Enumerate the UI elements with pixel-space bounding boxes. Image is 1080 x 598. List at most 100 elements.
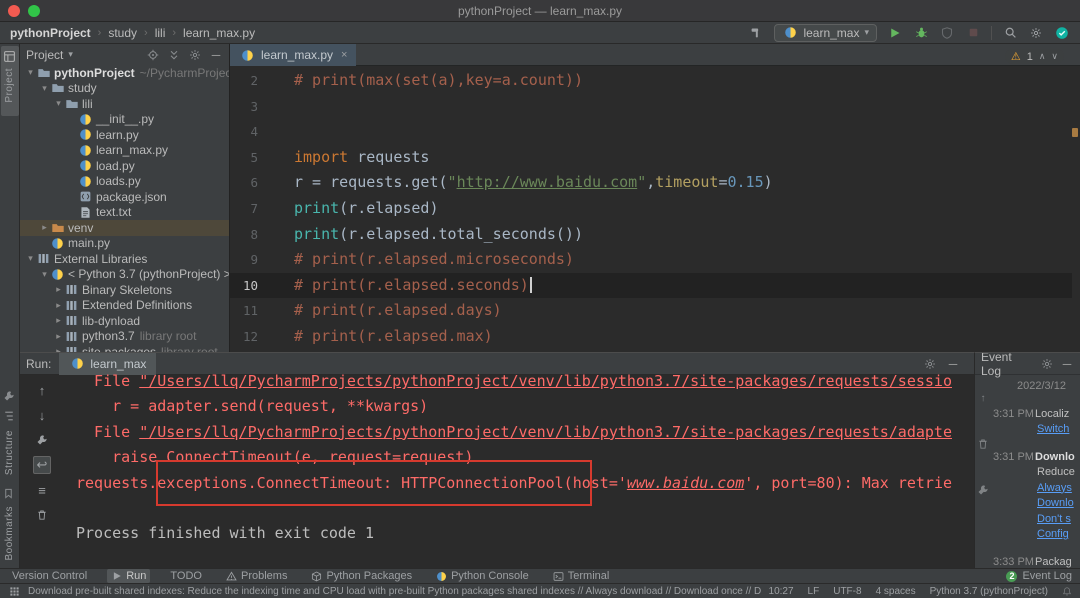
code-line-3[interactable]: 3: [230, 94, 1072, 120]
rerun-icon[interactable]: ↑: [33, 381, 51, 399]
console-output[interactable]: File "/Users/llq/PycharmProjects/pythonP…: [64, 369, 974, 568]
stop-button[interactable]: [965, 25, 981, 41]
chevron-open-icon[interactable]: ▾: [38, 269, 51, 280]
run-configuration-select[interactable]: learn_max ▾: [774, 23, 877, 42]
hide-panel-icon[interactable]: ─: [209, 48, 223, 62]
console-line[interactable]: requests.exceptions.ConnectTimeout: HTTP…: [76, 471, 974, 496]
sidebar-item-structure[interactable]: Structure: [4, 430, 15, 475]
code-line-2[interactable]: 2 # print(max(set(a),key=a.count)): [230, 68, 1072, 94]
run-button[interactable]: [887, 25, 903, 41]
tree-item-extended-definitions[interactable]: ▸ Extended Definitions: [20, 298, 229, 314]
console-link[interactable]: "/Users/llq/PycharmProjects/pythonProjec…: [139, 423, 952, 441]
run-wrench-icon[interactable]: [33, 431, 51, 449]
tree-item-lib-dynload[interactable]: ▸ lib-dynload: [20, 313, 229, 329]
code-line-10[interactable]: 10 # print(r.elapsed.seconds): [230, 272, 1072, 299]
toolwindow-button-python-packages[interactable]: Python Packages: [307, 569, 416, 583]
step-down-icon[interactable]: ↓: [33, 406, 51, 424]
code-line-9[interactable]: 9 # print(r.elapsed.microseconds): [230, 247, 1072, 273]
tree-item-learn-max-py[interactable]: learn_max.py: [20, 143, 229, 159]
status-grid-icon[interactable]: [8, 585, 20, 597]
clear-console-icon[interactable]: [33, 506, 51, 524]
tree-item-load-py[interactable]: load.py: [20, 158, 229, 174]
collapse-all-icon[interactable]: [167, 48, 181, 62]
tree-item-lili[interactable]: ▾ lili: [20, 96, 229, 112]
indent-setting[interactable]: 4 spaces: [876, 586, 916, 597]
chevron-open-icon[interactable]: ▾: [52, 98, 65, 109]
error-stripe-mark[interactable]: [1072, 128, 1078, 137]
breadcrumb-study[interactable]: study: [108, 26, 137, 40]
toolwindow-button-todo[interactable]: TODO: [166, 569, 206, 583]
close-tab-icon[interactable]: ×: [341, 49, 347, 61]
code-line-6[interactable]: 6r = requests.get("http://www.baidu.com"…: [230, 170, 1072, 196]
chevron-closed-icon[interactable]: ▸: [52, 284, 65, 295]
code-area[interactable]: 2 # print(max(set(a),key=a.count)) 3 4 5 impo…: [230, 66, 1072, 352]
code-line-11[interactable]: 11 # print(r.elapsed.days): [230, 298, 1072, 324]
hide-event-log-icon[interactable]: ─: [1060, 357, 1074, 371]
coverage-icon[interactable]: [939, 25, 955, 41]
event-log-gear-icon[interactable]: [1040, 357, 1054, 371]
console-line[interactable]: Process finished with exit code 1: [76, 521, 974, 546]
wrench-icon[interactable]: [3, 390, 17, 404]
chevron-open-icon[interactable]: ▾: [24, 67, 37, 78]
next-warning-icon[interactable]: ∨: [1051, 51, 1058, 62]
chevron-open-icon[interactable]: ▾: [38, 83, 51, 94]
tab-learn-max[interactable]: learn_max.py ×: [230, 44, 357, 66]
toolwindow-button-version-control[interactable]: Version Control: [8, 569, 91, 583]
tree-item-external-libraries[interactable]: ▾ External Libraries: [20, 251, 229, 267]
tree-item-learn-py[interactable]: learn.py: [20, 127, 229, 143]
console-link[interactable]: www.baidu.com: [627, 474, 744, 492]
tree-item-site-packages[interactable]: ▸ site-packages library root: [20, 344, 229, 352]
tree-item-main-py[interactable]: main.py: [20, 236, 229, 252]
settings-gear-icon[interactable]: [1028, 25, 1044, 41]
code-line-5[interactable]: 5 import requests: [230, 145, 1072, 171]
code-line-8[interactable]: 8 print(r.elapsed.total_seconds()): [230, 222, 1072, 248]
sidebar-item-bookmarks[interactable]: Bookmarks: [4, 506, 15, 561]
chevron-closed-icon[interactable]: ▸: [52, 315, 65, 326]
tree-item-pythonproject[interactable]: ▾ pythonProject ~/PycharmProjects/p: [20, 65, 229, 81]
event-log-clear-icon[interactable]: [975, 435, 992, 453]
chevron-closed-icon[interactable]: ▸: [52, 331, 65, 342]
bookmark-icon[interactable]: [3, 488, 17, 502]
event-log-button[interactable]: 2 Event Log: [1006, 570, 1072, 582]
console-line[interactable]: raise ConnectTimeout(e, request=request): [76, 445, 974, 470]
console-line[interactable]: [76, 496, 974, 521]
line-separator[interactable]: LF: [808, 586, 820, 597]
event-link[interactable]: Downlo: [1037, 496, 1074, 512]
tree-item-venv[interactable]: ▸ venv: [20, 220, 229, 236]
event-link[interactable]: Don't s: [1037, 512, 1071, 528]
console-line[interactable]: File "/Users/llq/PycharmProjects/pythonP…: [76, 369, 974, 394]
structure-tool-icon[interactable]: [3, 410, 17, 424]
tree-item-loads-py[interactable]: loads.py: [20, 174, 229, 190]
caret-position[interactable]: 10:27: [769, 586, 794, 597]
build-icon[interactable]: [748, 25, 764, 41]
code-line-7[interactable]: 7 print(r.elapsed): [230, 196, 1072, 222]
toolwindow-button-python-console[interactable]: Python Console: [432, 569, 533, 583]
event-link[interactable]: Config: [1037, 527, 1069, 543]
tree-item-init-py[interactable]: __init__.py: [20, 112, 229, 128]
tree-item-python3-7[interactable]: ▸ python3.7 library root: [20, 329, 229, 345]
tree-item-package-json[interactable]: package.json: [20, 189, 229, 205]
tree-item-study[interactable]: ▾ study: [20, 81, 229, 97]
console-line[interactable]: File "/Users/llq/PycharmProjects/pythonP…: [76, 420, 974, 445]
chevron-down-icon[interactable]: ▾: [68, 49, 73, 60]
tree-item-binary-skeletons[interactable]: ▸ Binary Skeletons: [20, 282, 229, 298]
sidebar-item-project[interactable]: Project: [4, 68, 15, 103]
inspection-widget[interactable]: ⚠ 1 ∧ ∨: [1004, 49, 1064, 64]
console-line[interactable]: r = adapter.send(request, **kwargs): [76, 394, 974, 419]
code-line-4[interactable]: 4: [230, 119, 1072, 145]
tree-item-text-txt[interactable]: text.txt: [20, 205, 229, 221]
console-link[interactable]: "/Users/llq/PycharmProjects/pythonProjec…: [139, 372, 952, 390]
event-link[interactable]: Switch: [1037, 422, 1069, 438]
event-link[interactable]: Always: [1037, 481, 1072, 497]
toolwindow-button-terminal[interactable]: Terminal: [549, 569, 614, 583]
file-encoding[interactable]: UTF-8: [833, 586, 861, 597]
code-with-me-icon[interactable]: [1054, 25, 1070, 41]
toolwindow-button-run[interactable]: Run: [107, 569, 151, 583]
project-tool-icon[interactable]: [3, 50, 17, 64]
breadcrumb-lili[interactable]: lili: [155, 26, 166, 40]
breadcrumb-learn-max-py[interactable]: learn_max.py: [183, 26, 255, 40]
chevron-closed-icon[interactable]: ▸: [52, 300, 65, 311]
project-panel-title[interactable]: Project: [26, 48, 63, 62]
tree-item-python-3-7-pythonproject[interactable]: ▾< Python 3.7 (pythonProject) >/U: [20, 267, 229, 283]
prev-warning-icon[interactable]: ∧: [1039, 51, 1046, 62]
